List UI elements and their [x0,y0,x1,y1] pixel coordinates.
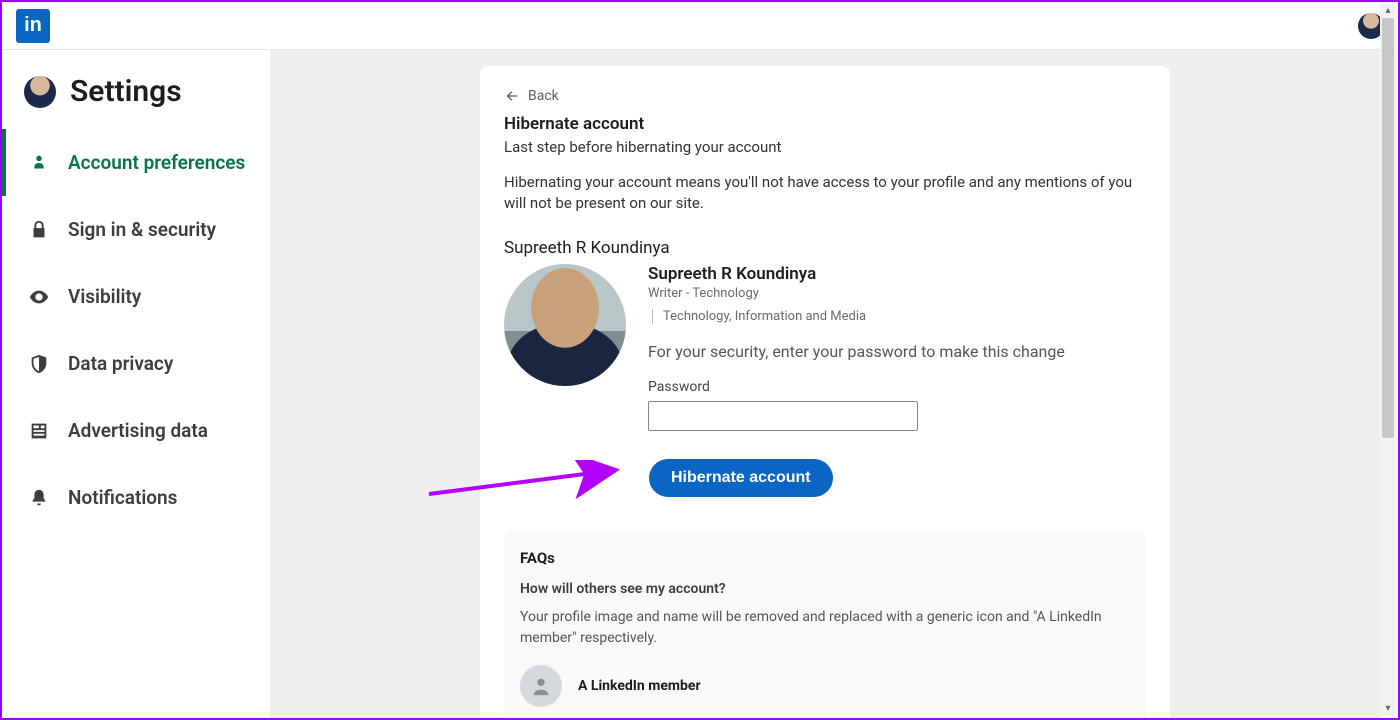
hibernate-account-button[interactable]: Hibernate account [649,459,833,497]
profile-photo [504,264,626,386]
sidebar-item-label: Advertising data [68,419,208,442]
faq-question: How will others see my account? [520,581,1130,597]
sidebar-item-notifications[interactable]: Notifications [2,464,270,531]
scrollbar-thumb[interactable] [1382,18,1394,438]
lock-icon [28,219,50,241]
sidebar-item-label: Sign in & security [68,218,216,241]
scrollbar-track[interactable] [1380,18,1396,702]
faq-member-label: A LinkedIn member [578,678,701,694]
settings-sidebar: Settings Account preferences Sign in & s… [2,50,270,718]
sidebar-item-label: Account preferences [68,151,245,174]
page-title: Hibernate account [504,114,1146,134]
page-subtitle: Last step before hibernating your accoun… [504,138,1146,156]
password-label: Password [648,379,1146,395]
annotation-arrow [424,460,634,500]
linkedin-logo-text: in [24,14,42,37]
profile-name: Supreeth R Koundinya [648,264,1146,284]
sidebar-item-account-preferences[interactable]: Account preferences [2,129,270,196]
sidebar-item-advertising-data[interactable]: Advertising data [2,397,270,464]
profile-info: Supreeth R Koundinya Writer - Technology… [648,264,1146,431]
sidebar-item-signin-security[interactable]: Sign in & security [2,196,270,263]
arrow-left-icon [504,88,520,104]
scroll-down-arrow-icon[interactable]: ▾ [1385,702,1390,716]
eye-icon [28,286,50,308]
sidebar-item-label: Notifications [68,486,177,509]
sidebar-item-label: Visibility [68,285,141,308]
faq-heading: FAQs [520,549,1130,567]
faq-member-row: A LinkedIn member [520,665,1130,707]
profile-industry: Technology, Information and Media [652,309,866,324]
back-button[interactable]: Back [504,88,1146,104]
back-label: Back [528,88,559,104]
faq-answer: Your profile image and name will be remo… [520,607,1130,649]
bell-icon [28,487,50,509]
security-note: For your security, enter your password t… [648,342,1146,361]
page-description: Hibernating your account means you'll no… [504,172,1146,214]
person-icon [28,152,50,174]
generic-avatar-icon [520,665,562,707]
sidebar-item-visibility[interactable]: Visibility [2,263,270,330]
shield-icon [28,353,50,375]
settings-title: Settings [70,74,182,109]
sidebar-item-label: Data privacy [68,352,173,375]
newspaper-icon [28,420,50,442]
content-area: Back Hibernate account Last step before … [270,50,1380,718]
settings-header: Settings [2,74,270,129]
password-input[interactable] [648,401,918,431]
faq-box: FAQs How will others see my account? You… [504,531,1146,718]
linkedin-logo[interactable]: in [16,9,50,43]
settings-avatar [24,76,56,108]
hibernate-card: Back Hibernate account Last step before … [480,66,1170,718]
profile-heading: Supreeth R Koundinya [504,238,1146,258]
sidebar-item-data-privacy[interactable]: Data privacy [2,330,270,397]
profile-role: Writer - Technology [648,286,1146,301]
vertical-scrollbar[interactable]: ▴ ▾ [1380,4,1396,716]
top-nav: in [2,2,1398,50]
profile-row: Supreeth R Koundinya Writer - Technology… [504,264,1146,431]
scroll-up-arrow-icon[interactable]: ▴ [1385,4,1390,18]
